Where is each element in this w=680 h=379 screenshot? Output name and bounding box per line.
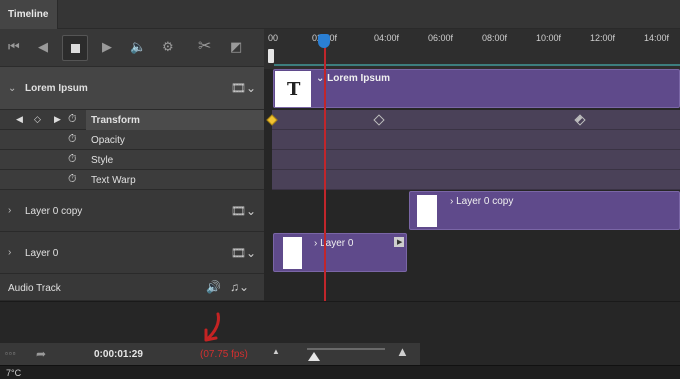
ruler-tick-label: 12:00f: [590, 33, 616, 43]
next-keyframe-icon[interactable]: ▶: [54, 114, 61, 125]
layer-row-lorem-ipsum[interactable]: ⌄ Lorem Ipsum 🎞⌄: [0, 67, 264, 110]
ruler-tick-label: 00: [268, 33, 279, 43]
layer-row-layer-0-copy[interactable]: › Layer 0 copy 🎞⌄: [0, 190, 264, 232]
audio-menu-icon[interactable]: ♫⌄: [230, 280, 249, 294]
clip-end-menu-button[interactable]: ▶: [394, 237, 404, 247]
audio-track-name: Audio Track: [8, 283, 61, 294]
add-keyframe-icon[interactable]: ◇: [34, 114, 41, 125]
clip-thumbnail: [283, 237, 302, 269]
frame-animation-icon[interactable]: ▫▫▫: [5, 349, 17, 358]
film-menu-icon[interactable]: 🎞⌄: [231, 246, 256, 260]
film-menu-icon[interactable]: 🎞⌄: [231, 204, 256, 218]
expand-chevron-icon[interactable]: ›: [8, 247, 11, 258]
tab-timeline-label: Timeline: [8, 9, 49, 20]
ruler-tick-label: 14:00f: [644, 33, 670, 43]
film-menu-icon[interactable]: 🎞⌄: [231, 81, 256, 95]
stop-icon: [71, 44, 80, 53]
first-frame-icon[interactable]: ⏮: [8, 40, 20, 54]
keyframe-lane-opacity[interactable]: [272, 130, 680, 150]
text-layer-icon: T: [287, 79, 301, 100]
property-name: Opacity: [91, 135, 125, 146]
work-area-bar[interactable]: [274, 64, 680, 66]
audio-track-row[interactable]: Audio Track 🔊 ♫⌄: [0, 274, 264, 301]
current-timecode: 0:00:01:29: [94, 349, 143, 360]
zoom-slider-track[interactable]: [307, 348, 385, 350]
collapse-chevron-icon[interactable]: ⌄: [8, 83, 16, 94]
work-area-start-handle[interactable]: [268, 49, 274, 63]
stopwatch-icon[interactable]: ⏱: [68, 133, 77, 146]
zoom-slider-thumb[interactable]: [308, 352, 320, 361]
clip-label: › Layer 0 copy: [450, 196, 514, 207]
mute-audio-icon[interactable]: 🔊: [206, 280, 221, 294]
timeline-empty-area: [0, 301, 680, 343]
layer-row-layer-0[interactable]: › Layer 0 🎞⌄: [0, 232, 264, 274]
property-row-style[interactable]: ⏱ Style: [0, 150, 264, 170]
frame-rate: (07.75 fps): [200, 349, 248, 360]
clip-layer-0-copy[interactable]: › Layer 0 copy: [409, 191, 680, 230]
tab-timeline[interactable]: Timeline: [0, 0, 58, 29]
clip-label: › Layer 0: [314, 238, 354, 249]
zoom-controls: ▲ ▲: [272, 343, 680, 365]
ruler-tick-label: 06:00f: [428, 33, 454, 43]
next-frame-icon[interactable]: ▶: [102, 40, 112, 54]
red-arrow-annotation: [204, 312, 220, 342]
zoom-out-mountain-icon[interactable]: ▲: [272, 347, 280, 356]
clip-thumbnail: [417, 195, 437, 227]
property-name: Text Warp: [91, 175, 136, 186]
convert-arrow-icon[interactable]: ➦: [36, 347, 46, 361]
previous-keyframe-icon[interactable]: ◀: [16, 114, 23, 125]
playhead-handle[interactable]: [318, 34, 330, 48]
clip-lorem-ipsum[interactable]: T ⌄ Lorem Ipsum: [273, 69, 680, 108]
volume-icon[interactable]: 🔈: [130, 40, 146, 54]
property-name: Transform: [91, 115, 140, 126]
panel-tab-bar: [0, 0, 680, 29]
zoom-in-mountain-icon[interactable]: ▲: [396, 344, 409, 359]
keyframe-lane-transform[interactable]: [272, 110, 680, 130]
split-scissors-icon[interactable]: ✂: [198, 39, 211, 55]
layer-name: Layer 0 copy: [25, 206, 83, 217]
timeline-status-bar: ▫▫▫ ➦ 0:00:01:29 (07.75 fps): [0, 343, 420, 365]
ruler-tick-label: 10:00f: [536, 33, 562, 43]
layer-name: Layer 0: [25, 248, 59, 259]
transition-icon[interactable]: ◩: [230, 40, 242, 54]
layer-name: Lorem Ipsum: [25, 83, 88, 94]
playhead-line: [324, 45, 326, 301]
previous-frame-icon[interactable]: ◀: [38, 40, 48, 54]
stopwatch-icon[interactable]: ⏱: [68, 173, 77, 186]
stopwatch-icon[interactable]: ⏱: [68, 153, 77, 166]
settings-gear-icon[interactable]: ⚙: [162, 40, 174, 54]
taskbar-strip: 7°C: [0, 365, 680, 379]
ruler-tick-label: 08:00f: [482, 33, 508, 43]
property-row-opacity[interactable]: ⏱ Opacity: [0, 130, 264, 150]
clip-label: ⌄ Lorem Ipsum: [316, 73, 390, 84]
property-row-transform[interactable]: ◀ ◇ ▶ ⏱ Transform: [0, 110, 264, 130]
clip-layer-0[interactable]: › Layer 0 ▶: [273, 233, 407, 272]
ruler-tick-label: 04:00f: [374, 33, 400, 43]
stop-button[interactable]: [62, 35, 88, 61]
clip-thumbnail: T: [275, 71, 311, 107]
keyframe-lane-style[interactable]: [272, 150, 680, 170]
weather-temperature: 7°C: [6, 368, 22, 378]
expand-chevron-icon[interactable]: ›: [8, 205, 11, 216]
playback-controls: ⏮ ◀ ▶ 🔈 ⚙ ✂ ◩: [0, 29, 264, 67]
stopwatch-icon[interactable]: ⏱: [68, 113, 77, 126]
property-name: Style: [91, 155, 114, 166]
keyframe-lane-text-warp[interactable]: [272, 170, 680, 190]
property-row-text-warp[interactable]: ⏱ Text Warp: [0, 170, 264, 190]
